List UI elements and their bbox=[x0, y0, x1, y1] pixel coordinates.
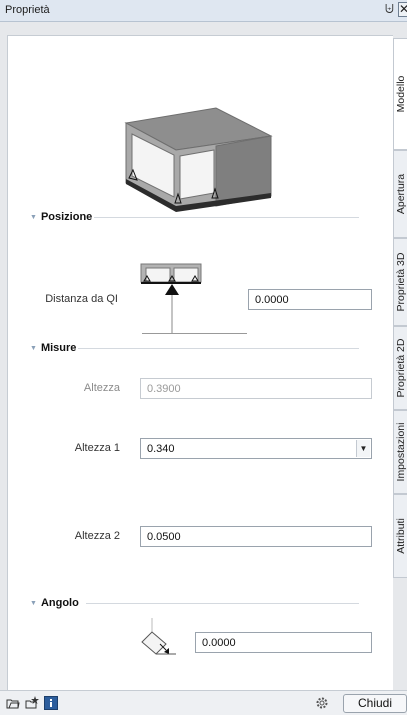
tab-apertura[interactable]: Apertura bbox=[393, 150, 407, 238]
tab-content-modello: ▼ Posizione Distanza da QI 0.0000 ▼ Misu… bbox=[7, 35, 393, 703]
settings-gear-icon[interactable] bbox=[315, 696, 329, 710]
tab-label: Impostazioni bbox=[394, 422, 407, 482]
altezza2-label: Altezza 2 bbox=[74, 530, 120, 542]
tab-label: Proprietà 3D bbox=[394, 252, 407, 312]
triangle-collapse-icon[interactable]: ▼ bbox=[30, 600, 37, 607]
window-title: Proprietà bbox=[5, 4, 50, 16]
tab-label: Apertura bbox=[394, 173, 407, 215]
distanza-input[interactable]: 0.0000 bbox=[248, 289, 372, 310]
altezza1-value: 0.340 bbox=[147, 443, 175, 455]
tab-attributi[interactable]: Attributi bbox=[393, 494, 407, 578]
close-window-button[interactable]: ✕ bbox=[398, 2, 407, 17]
divider bbox=[86, 603, 359, 604]
angolo-input[interactable]: 0.0000 bbox=[195, 632, 372, 653]
folder-open-icon[interactable] bbox=[6, 696, 20, 710]
triangle-collapse-icon[interactable]: ▼ bbox=[30, 345, 37, 352]
chevron-down-icon[interactable]: ▼ bbox=[356, 440, 370, 457]
tab-modello[interactable]: Modello bbox=[393, 38, 407, 150]
bottom-toolbar: Chiudi bbox=[0, 690, 407, 715]
section-title: Misure bbox=[40, 342, 77, 354]
level-reference-line bbox=[142, 333, 247, 334]
tab-impostazioni[interactable]: Impostazioni bbox=[393, 410, 407, 494]
altezza2-input[interactable]: 0.0500 bbox=[140, 526, 372, 547]
triangle-collapse-icon[interactable]: ▼ bbox=[30, 214, 37, 221]
divider bbox=[78, 348, 359, 349]
angle-diagram bbox=[141, 618, 176, 655]
altezza1-label: Altezza 1 bbox=[74, 442, 120, 454]
pin-icon[interactable]: ⨄ bbox=[385, 3, 394, 16]
section-header-angolo[interactable]: ▼ Angolo bbox=[30, 596, 79, 610]
distance-from-level-diagram bbox=[140, 263, 202, 334]
section-header-posizione[interactable]: ▼ Posizione bbox=[30, 210, 92, 224]
tab-proprieta-2d[interactable]: Proprietà 2D bbox=[393, 326, 407, 410]
tab-label: Attributi bbox=[394, 518, 407, 554]
section-title: Angolo bbox=[40, 597, 79, 609]
save-favorite-icon[interactable] bbox=[25, 696, 39, 710]
divider bbox=[94, 217, 359, 218]
info-icon[interactable] bbox=[44, 696, 58, 710]
altezza-input: 0.3900 bbox=[140, 378, 372, 399]
chiudi-button[interactable]: Chiudi bbox=[343, 694, 407, 713]
tab-proprieta-3d[interactable]: Proprietà 3D bbox=[393, 238, 407, 326]
tab-label: Proprietà 2D bbox=[394, 338, 407, 398]
tab-label: Modello bbox=[394, 75, 407, 113]
section-title: Posizione bbox=[40, 211, 93, 223]
altezza-label: Altezza bbox=[83, 382, 120, 394]
lintel-3d-preview bbox=[124, 107, 273, 212]
palette-body: ▼ Posizione Distanza da QI 0.0000 ▼ Misu… bbox=[0, 22, 407, 703]
window-titlebar: Proprietà ⨄ ✕ bbox=[0, 0, 407, 22]
section-header-misure[interactable]: ▼ Misure bbox=[30, 341, 76, 355]
altezza1-select[interactable]: 0.340 ▼ bbox=[140, 438, 372, 459]
distanza-label: Distanza da QI bbox=[45, 293, 118, 305]
